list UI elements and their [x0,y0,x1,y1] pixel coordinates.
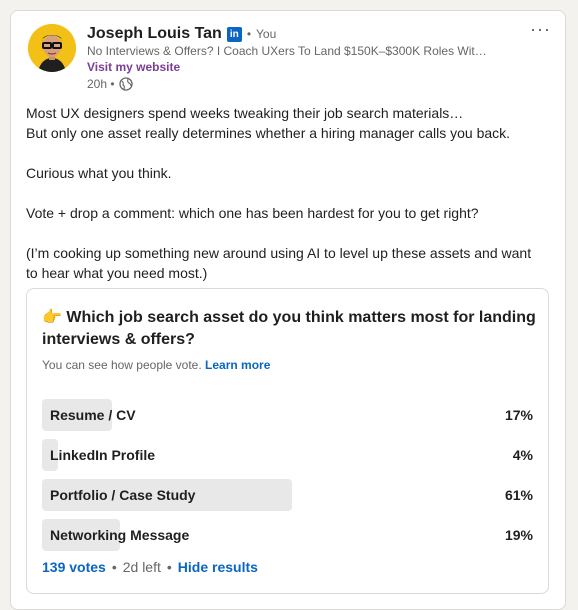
poll-footer: 139 votes • 2d left • Hide results [42,559,258,575]
poll-option-percent: 61% [504,487,533,503]
post-body-line: But only one asset really determines whe… [26,125,511,141]
poll-option-percent: 4% [512,447,533,463]
vote-count-link[interactable]: 139 votes [42,559,106,575]
globe-icon [118,77,133,91]
website-link[interactable]: Visit my website [87,60,180,74]
poll-option-label: Portfolio / Case Study [50,487,196,503]
poll-option[interactable]: LinkedIn Profile 4% [42,439,533,471]
post-body-line: Vote + drop a comment: which one has bee… [26,205,479,221]
relationship-label: You [256,27,277,41]
poll-card: 👉 Which job search asset do you think ma… [26,288,549,594]
post-body-line: Most UX designers spend weeks tweaking t… [26,105,464,121]
poll-option[interactable]: Resume / CV 17% [42,399,533,431]
author-name-row: Joseph Louis Tan in • You [87,25,276,43]
time-left: 2d left [122,559,161,575]
post-meta: 20h • [87,77,133,91]
author-avatar[interactable] [28,24,76,72]
post-card: Joseph Louis Tan in • You No Interviews … [10,10,566,610]
avatar-portrait-icon [28,24,76,72]
separator: • [166,559,172,575]
poll-option-label: Resume / CV [50,407,136,423]
poll-option[interactable]: Networking Message 19% [42,519,533,551]
poll-note-text: You can see how people vote. [42,358,202,372]
author-name[interactable]: Joseph Louis Tan [87,25,222,43]
post-body: Most UX designers spend weeks tweaking t… [26,103,546,283]
separator: • [111,559,117,575]
post-body-line: (I’m cooking up something new around usi… [26,245,532,281]
linkedin-premium-icon: in [226,26,242,42]
poll-visibility-note: You can see how people vote. Learn more [42,358,270,372]
poll-option[interactable]: Portfolio / Case Study 61% [42,479,533,511]
hide-results-link[interactable]: Hide results [178,559,258,575]
poll-question: 👉 Which job search asset do you think ma… [42,309,536,348]
author-headline: No Interviews & Offers? I Coach UXers To… [87,44,487,58]
post-time: 20h • [87,77,115,91]
poll-option-label: LinkedIn Profile [50,447,156,463]
learn-more-link[interactable]: Learn more [205,358,270,372]
poll-option-percent: 19% [504,527,533,543]
separator: • [246,27,252,41]
poll-option-percent: 17% [504,407,533,423]
poll-option-label: Networking Message [50,527,190,543]
more-options-icon[interactable]: ··· [530,19,551,40]
post-body-line: Curious what you think. [26,165,172,181]
